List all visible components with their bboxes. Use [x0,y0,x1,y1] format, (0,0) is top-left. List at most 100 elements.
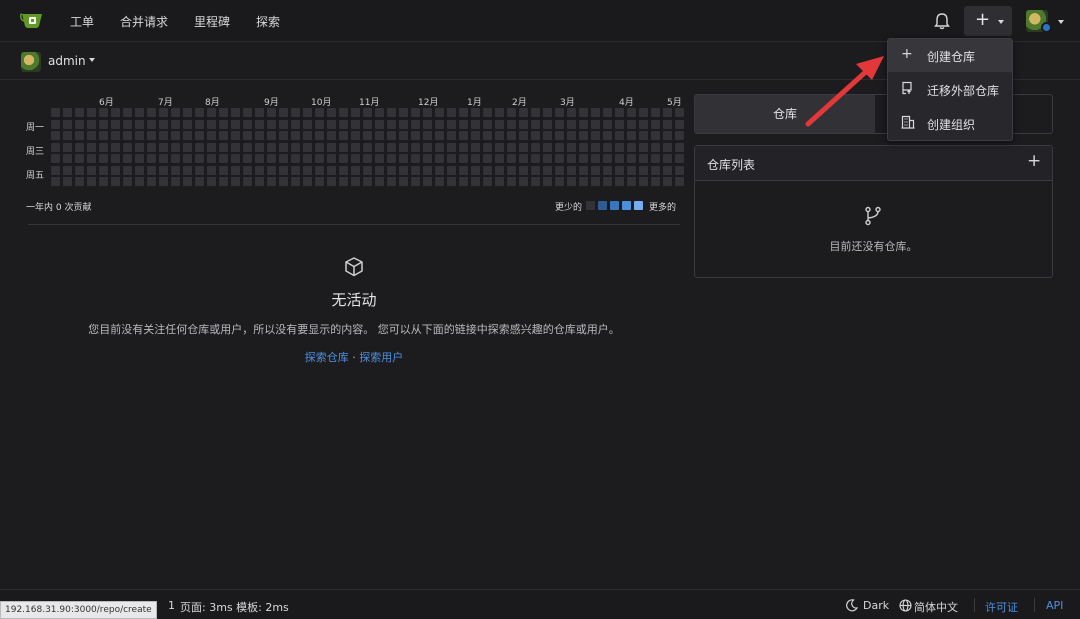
heatmap-cell [315,177,324,186]
contribution-heatmap: 6月 7月 8月 9月 10月 11月 12月 1月 2月 3月 4月 5月 周… [26,92,684,213]
heatmap-cell [99,177,108,186]
menu-item-new-org[interactable]: 创建组织 [888,107,1012,140]
heatmap-cell [255,108,264,117]
heatmap-cell [123,119,132,129]
theme-switcher[interactable]: Dark [863,599,889,612]
heatmap-cell [603,108,612,117]
heatmap-cell [447,119,456,129]
heatmap-cell [627,142,636,152]
heatmap-cell [495,142,504,152]
repo-push-icon [902,81,912,95]
heatmap-cell [267,154,276,163]
heatmap-cell [123,131,132,140]
nav-pull-requests[interactable]: 合并请求 [120,13,168,30]
heatmap-cell [63,177,72,186]
explore-users-link[interactable]: 探索用户 [359,351,403,364]
chevron-down-icon[interactable] [1058,20,1064,24]
heatmap-cell [675,131,684,140]
api-link[interactable]: API [1046,599,1063,612]
heatmap-cell [339,119,348,129]
heatmap-cell [459,165,468,175]
heatmap-cell [519,131,528,140]
heatmap-cell [399,131,408,140]
heatmap-cell [435,119,444,129]
license-link[interactable]: 许可证 [985,599,1018,615]
nav-explore[interactable]: 探索 [256,13,280,30]
month-label: 5月 [667,98,682,108]
heatmap-cell [459,108,468,117]
heatmap-cell [303,154,312,163]
heatmap-cell [495,177,504,186]
add-repo-button[interactable]: + [1027,151,1041,171]
heatmap-cell [591,165,600,175]
heatmap-cell [339,177,348,186]
heatmap-cell [447,177,456,186]
heatmap-cell [543,177,552,186]
heatmap-cell [435,142,444,152]
heatmap-cell [627,119,636,129]
heatmap-cell [483,177,492,186]
chevron-down-icon[interactable] [89,58,95,62]
heatmap-cell [63,165,72,175]
top-navbar: 工单 合并请求 里程碑 探索 + [0,0,1080,42]
heatmap-cell [411,177,420,186]
heatmap-cell [207,119,216,129]
heatmap-cell [135,108,144,117]
heatmap-cell [147,119,156,129]
link-separator: · [348,351,360,364]
nav-milestones[interactable]: 里程碑 [194,13,230,30]
heatmap-cell [591,177,600,186]
language-switcher[interactable]: 简体中文 [914,599,958,615]
heatmap-cell [315,142,324,152]
heatmap-cell [171,165,180,175]
legend-swatch [598,201,607,210]
repo-list-title: 仓库列表 [707,158,756,172]
heatmap-cell [411,165,420,175]
context-user-switcher[interactable]: admin [48,54,86,68]
weekday-label: 周一 [26,123,45,133]
heatmap-cell [519,177,528,186]
heatmap-cell [603,131,612,140]
heatmap-cell [543,142,552,152]
create-menu-button[interactable]: + [964,6,1012,36]
heatmap-cell [279,131,288,140]
heatmap-cell [411,131,420,140]
heatmap-cell [111,165,120,175]
heatmap-cell [255,177,264,186]
repo-fork-icon [865,206,881,226]
heatmap-cell [663,119,672,129]
heatmap-cell [603,142,612,152]
heatmap-cell [615,154,624,163]
heatmap-cell [423,177,432,186]
nav-issues[interactable]: 工单 [70,13,94,30]
explore-repos-link[interactable]: 探索仓库 [305,351,349,364]
heatmap-cell [411,154,420,163]
heatmap-cell [627,177,636,186]
bell-icon[interactable] [934,12,950,30]
heatmap-cell [543,108,552,117]
heatmap-cell [267,119,276,129]
month-label: 12月 [418,98,439,108]
heatmap-cell [171,119,180,129]
menu-item-migrate-repo[interactable]: 迁移外部仓库 [888,73,1012,106]
context-avatar [21,52,41,72]
heatmap-cell [591,154,600,163]
heatmap-cell [231,131,240,140]
heatmap-cell [651,108,660,117]
heatmap-cell [375,165,384,175]
heatmap-cell [87,177,96,186]
heatmap-cell [363,177,372,186]
heatmap-cell [519,119,528,129]
heatmap-cell [147,177,156,186]
legend-swatch [610,201,619,210]
gitea-logo-icon[interactable] [20,10,44,30]
heatmap-cell [447,131,456,140]
heatmap-cell [207,165,216,175]
heatmap-cell [519,108,528,117]
heatmap-cell [243,142,252,152]
heatmap-cell [495,108,504,117]
heatmap-cell [651,154,660,163]
legend-swatch [634,201,643,210]
heatmap-cell [351,177,360,186]
menu-item-new-repo[interactable]: + 创建仓库 [888,39,1012,72]
